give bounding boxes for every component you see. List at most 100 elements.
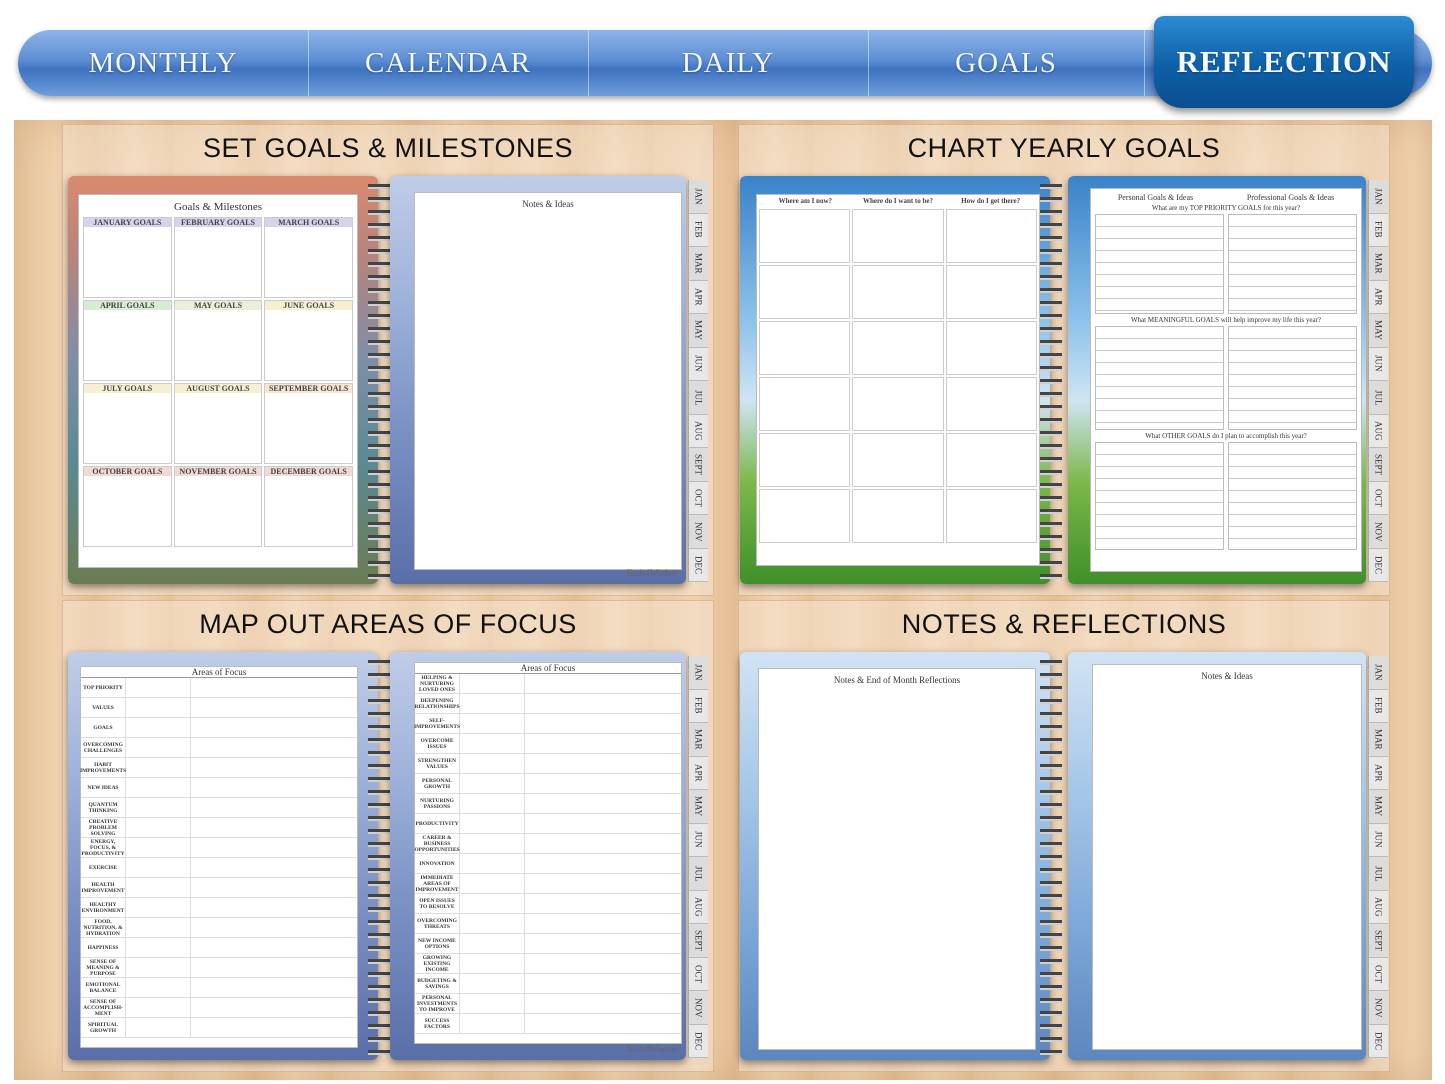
month-tab[interactable]: APR bbox=[688, 756, 708, 790]
focus-write-area[interactable] bbox=[191, 698, 357, 717]
month-tab[interactable]: JUL bbox=[1368, 857, 1388, 891]
top-nav-bar: MONTHLY CALENDAR DAILY GOALS REFLECTION bbox=[18, 16, 1432, 108]
tab-calendar[interactable]: CALENDAR bbox=[308, 30, 589, 96]
month-tab[interactable]: FEB bbox=[1368, 689, 1388, 723]
focus-write-area[interactable] bbox=[525, 954, 681, 973]
month-tab[interactable]: JAN bbox=[688, 180, 708, 214]
month-tab[interactable]: OCT bbox=[688, 957, 708, 991]
focus-write-area[interactable] bbox=[525, 994, 681, 1013]
month-goal-header: AUGUST GOALS bbox=[174, 384, 262, 393]
focus-prompt bbox=[126, 958, 191, 977]
month-tab[interactable]: OCT bbox=[1368, 481, 1388, 515]
month-tab[interactable]: SEPT bbox=[688, 448, 708, 482]
focus-label: SENSE OF MEANING & PURPOSE bbox=[81, 958, 126, 977]
focus-write-area[interactable] bbox=[191, 758, 357, 777]
month-tab[interactable]: DEC bbox=[1368, 1024, 1388, 1058]
month-tab[interactable]: NOV bbox=[1368, 515, 1388, 549]
focus-write-area[interactable] bbox=[191, 878, 357, 897]
focus-write-area[interactable] bbox=[191, 778, 357, 797]
focus-write-area[interactable] bbox=[525, 694, 681, 713]
focus-write-area[interactable] bbox=[191, 918, 357, 937]
focus-write-area[interactable] bbox=[191, 938, 357, 957]
focus-write-area[interactable] bbox=[525, 814, 681, 833]
month-tab[interactable]: FEB bbox=[688, 213, 708, 247]
month-tab[interactable]: NOV bbox=[1368, 991, 1388, 1025]
month-tab[interactable]: JUL bbox=[688, 381, 708, 415]
focus-write-area[interactable] bbox=[191, 958, 357, 977]
month-tab[interactable]: MAY bbox=[1368, 790, 1388, 824]
month-tab[interactable]: DEC bbox=[688, 548, 708, 582]
month-tab[interactable]: JUN bbox=[688, 347, 708, 381]
focus-prompt bbox=[460, 1014, 525, 1033]
month-tab[interactable]: NOV bbox=[688, 991, 708, 1025]
focus-write-area[interactable] bbox=[191, 818, 357, 837]
focus-write-area[interactable] bbox=[191, 838, 357, 857]
focus-write-area[interactable] bbox=[525, 874, 681, 893]
tab-daily[interactable]: DAILY bbox=[588, 30, 869, 96]
month-tab[interactable]: AUG bbox=[1368, 890, 1388, 924]
month-tab[interactable]: AUG bbox=[1368, 414, 1388, 448]
focus-write-area[interactable] bbox=[525, 734, 681, 753]
month-tab[interactable]: SEPT bbox=[1368, 448, 1388, 482]
focus-write-area[interactable] bbox=[525, 1014, 681, 1033]
month-tab[interactable]: APR bbox=[1368, 280, 1388, 314]
month-tab[interactable]: MAR bbox=[1368, 247, 1388, 281]
focus-write-area[interactable] bbox=[525, 794, 681, 813]
month-tab[interactable]: APR bbox=[688, 280, 708, 314]
month-tab[interactable]: OCT bbox=[688, 481, 708, 515]
focus-prompt bbox=[126, 938, 191, 957]
month-tab[interactable]: MAR bbox=[1368, 723, 1388, 757]
focus-write-area[interactable] bbox=[191, 678, 357, 697]
month-tab[interactable]: JAN bbox=[1368, 656, 1388, 690]
month-tab[interactable]: MAR bbox=[688, 723, 708, 757]
focus-write-area[interactable] bbox=[525, 854, 681, 873]
areas-focus-sheet-left: Areas of Focus TOP PRIORITY VALUES GOALS OV… bbox=[80, 666, 358, 1048]
focus-list-right: HELPING & NURTURING LOVED ONES DEEPENING … bbox=[414, 674, 681, 1034]
month-tab[interactable]: SEPT bbox=[1368, 924, 1388, 958]
focus-write-area[interactable] bbox=[525, 774, 681, 793]
month-tab[interactable]: APR bbox=[1368, 756, 1388, 790]
month-tab[interactable]: NOV bbox=[688, 515, 708, 549]
month-tab[interactable]: MAY bbox=[688, 314, 708, 348]
focus-write-area[interactable] bbox=[191, 1018, 357, 1037]
month-tab[interactable]: JUN bbox=[1368, 347, 1388, 381]
focus-write-area[interactable] bbox=[191, 998, 357, 1017]
month-tab[interactable]: JUL bbox=[1368, 381, 1388, 415]
focus-write-area[interactable] bbox=[191, 978, 357, 997]
focus-write-area[interactable] bbox=[191, 738, 357, 757]
month-tab[interactable]: MAY bbox=[688, 790, 708, 824]
month-tab[interactable]: JUN bbox=[1368, 823, 1388, 857]
focus-write-area[interactable] bbox=[525, 674, 681, 693]
focus-label: GROWING EXISTING INCOME bbox=[415, 954, 460, 973]
focus-write-area[interactable] bbox=[525, 934, 681, 953]
month-tab[interactable]: FEB bbox=[688, 689, 708, 723]
month-tab[interactable]: JUL bbox=[688, 857, 708, 891]
focus-write-area[interactable] bbox=[525, 894, 681, 913]
tab-monthly[interactable]: MONTHLY bbox=[18, 30, 309, 96]
focus-write-area[interactable] bbox=[525, 914, 681, 933]
month-tab[interactable]: MAR bbox=[688, 247, 708, 281]
month-tab[interactable]: OCT bbox=[1368, 957, 1388, 991]
goals-milestones-sheet: Goals & Milestones JANUARY GOALS FEBRUAR… bbox=[78, 194, 358, 568]
month-tab[interactable]: FEB bbox=[1368, 213, 1388, 247]
focus-write-area[interactable] bbox=[525, 754, 681, 773]
month-tab[interactable]: DEC bbox=[1368, 548, 1388, 582]
focus-write-area[interactable] bbox=[525, 834, 681, 853]
focus-write-area[interactable] bbox=[525, 974, 681, 993]
month-tab[interactable]: SEPT bbox=[688, 924, 708, 958]
tab-reflection[interactable]: REFLECTION bbox=[1154, 16, 1414, 108]
focus-prompt bbox=[460, 834, 525, 853]
focus-write-area[interactable] bbox=[191, 898, 357, 917]
month-tab[interactable]: DEC bbox=[688, 1024, 708, 1058]
month-tab[interactable]: AUG bbox=[688, 414, 708, 448]
focus-write-area[interactable] bbox=[191, 718, 357, 737]
focus-write-area[interactable] bbox=[191, 798, 357, 817]
month-tab[interactable]: JUN bbox=[688, 823, 708, 857]
month-tab[interactable]: MAY bbox=[1368, 314, 1388, 348]
tab-goals[interactable]: GOALS bbox=[868, 30, 1145, 96]
focus-write-area[interactable] bbox=[525, 714, 681, 733]
month-tab[interactable]: JAN bbox=[688, 656, 708, 690]
month-tab[interactable]: JAN bbox=[1368, 180, 1388, 214]
focus-write-area[interactable] bbox=[191, 858, 357, 877]
month-tab[interactable]: AUG bbox=[688, 890, 708, 924]
